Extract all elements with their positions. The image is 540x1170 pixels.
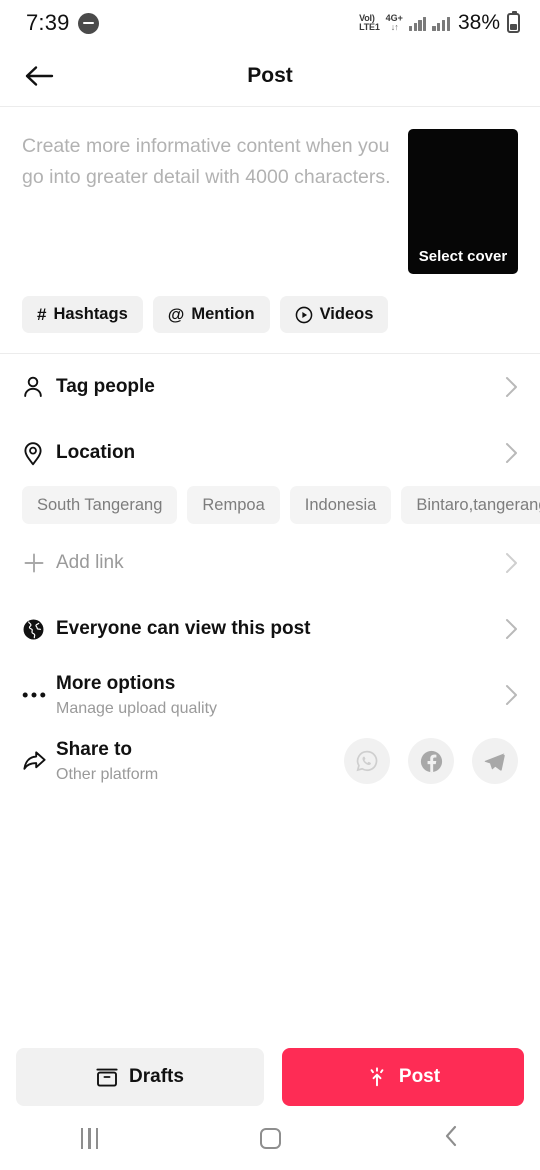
share-telegram-button[interactable]	[472, 738, 518, 784]
at-sign-icon: @	[167, 304, 185, 324]
composer-chips-row: # Hashtags @ Mention Videos	[0, 274, 540, 333]
drafts-button-label: Drafts	[129, 1066, 184, 1087]
drafts-button[interactable]: Drafts	[16, 1048, 264, 1106]
row-more-options-body: More options Manage upload quality	[56, 673, 505, 718]
select-cover-thumbnail[interactable]: Select cover	[408, 129, 518, 274]
location-suggestion-chip[interactable]: Bintaro,tangerang	[401, 486, 540, 524]
battery-icon	[507, 11, 520, 33]
videos-chip-label: Videos	[319, 305, 374, 323]
location-suggestion-chip[interactable]: South Tangerang	[22, 486, 178, 524]
status-time: 7:39	[26, 10, 70, 35]
page-title: Post	[247, 64, 293, 87]
options-list: Tag people Location South Tangerang Remp…	[0, 354, 540, 794]
play-circle-icon	[295, 306, 312, 323]
location-suggestion-chip[interactable]: Rempoa	[187, 486, 280, 524]
row-share-to-subtitle: Other platform	[56, 765, 159, 783]
status-bar-right: VoI) LTE1 4G+ ↓↑ 38%	[359, 11, 520, 35]
post-button-label: Post	[398, 1066, 441, 1087]
mention-chip[interactable]: @ Mention	[152, 296, 270, 333]
row-add-link-label: Add link	[56, 552, 124, 573]
row-share-to-body: Share to Other platform	[56, 739, 344, 784]
signal-bars-sim2-icon	[432, 16, 450, 31]
chevron-right-icon	[505, 442, 518, 464]
row-privacy-body: Everyone can view this post	[56, 618, 505, 640]
hashtag-icon: #	[37, 304, 47, 324]
plus-icon	[22, 551, 56, 575]
telegram-icon	[484, 753, 505, 771]
back-button[interactable]	[18, 55, 60, 97]
bottom-action-bar: Drafts Post	[0, 1048, 540, 1106]
row-more-options-label: More options	[56, 672, 176, 694]
hashtags-chip[interactable]: # Hashtags	[22, 296, 143, 333]
row-tag-people-body: Tag people	[56, 376, 505, 398]
caption-input[interactable]: Create more informative content when you…	[22, 129, 394, 274]
signal-bars-sim1-icon	[408, 16, 427, 31]
volte-icon: VoI) LTE1	[359, 13, 380, 32]
row-tag-people-label: Tag people	[56, 376, 155, 397]
share-whatsapp-button[interactable]	[344, 738, 390, 784]
page-header: Post	[0, 46, 540, 107]
map-pin-icon	[22, 441, 56, 466]
row-location-label: Location	[56, 442, 136, 463]
row-more-options-subtitle: Manage upload quality	[56, 699, 218, 717]
row-add-link[interactable]: Add link	[22, 530, 518, 596]
chevron-right-icon	[505, 552, 518, 574]
row-add-link-body: Add link	[56, 552, 505, 574]
publish-burst-icon	[370, 1067, 384, 1087]
person-icon	[22, 375, 56, 399]
chevron-left-icon	[446, 1125, 457, 1146]
caption-placeholder: Create more informative content when you…	[22, 135, 391, 188]
chevron-right-icon	[505, 618, 518, 640]
caption-composer: Create more informative content when you…	[0, 107, 540, 274]
select-cover-label: Select cover	[418, 248, 508, 265]
row-location-body: Location	[56, 442, 505, 464]
globe-icon	[22, 618, 56, 641]
do-not-disturb-icon	[77, 12, 99, 34]
arrow-left-icon	[25, 66, 54, 86]
share-arrow-icon	[22, 749, 56, 773]
android-navigation-bar	[0, 1106, 540, 1170]
data-transfer-arrows-icon: ↓↑	[390, 22, 399, 32]
row-privacy-label: Everyone can view this post	[56, 618, 311, 639]
videos-chip[interactable]: Videos	[279, 296, 389, 333]
location-suggestion-chip[interactable]: Indonesia	[289, 486, 392, 524]
row-more-options[interactable]: More options Manage upload quality	[22, 662, 518, 728]
hashtags-chip-label: Hashtags	[53, 305, 128, 323]
mention-chip-label: Mention	[191, 305, 255, 323]
home-button[interactable]	[260, 1127, 282, 1149]
share-platform-buttons	[344, 738, 518, 784]
status-bar-left: 7:39	[26, 10, 99, 36]
row-share-to-label: Share to	[56, 738, 133, 760]
facebook-icon	[420, 750, 442, 772]
volte-line-2: LTE1	[359, 22, 380, 32]
share-facebook-button[interactable]	[408, 738, 454, 784]
drafts-icon	[96, 1068, 118, 1087]
whatsapp-icon	[356, 750, 378, 772]
chevron-right-icon	[505, 684, 518, 706]
post-button[interactable]: Post	[282, 1048, 524, 1106]
chevron-right-icon	[505, 376, 518, 398]
recents-button[interactable]	[80, 1127, 99, 1149]
location-suggestions[interactable]: South Tangerang Rempoa Indonesia Bintaro…	[0, 486, 540, 524]
row-tag-people[interactable]: Tag people	[22, 354, 518, 420]
row-location[interactable]: Location	[22, 420, 518, 486]
android-back-button[interactable]	[443, 1124, 459, 1153]
row-share-to: Share to Other platform	[22, 728, 518, 794]
battery-percent-label: 38%	[457, 11, 500, 34]
row-privacy[interactable]: Everyone can view this post	[22, 596, 518, 662]
ellipsis-icon	[22, 691, 56, 699]
status-bar: 7:39 VoI) LTE1 4G+ ↓↑ 38%	[0, 0, 540, 46]
network-type-icon: 4G+ ↓↑	[386, 13, 403, 32]
